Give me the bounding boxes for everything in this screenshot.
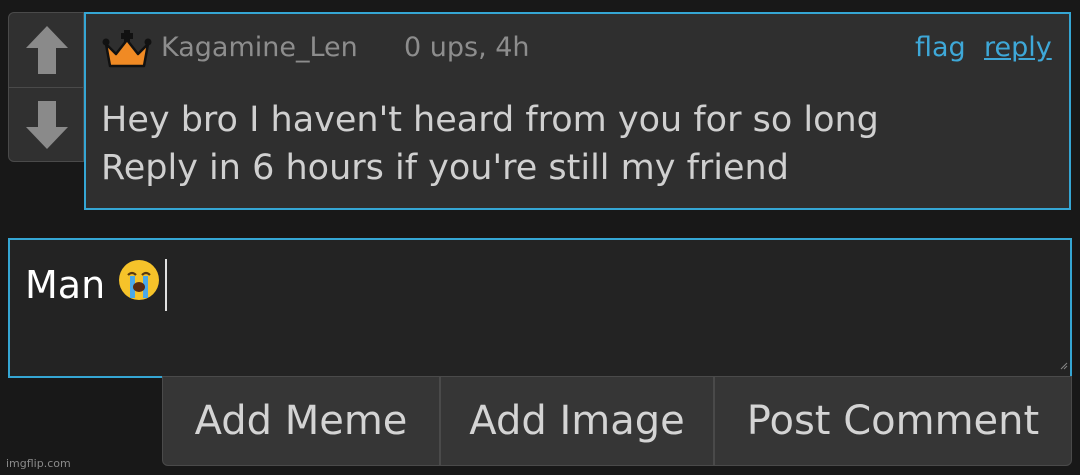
comment-line: Hey bro I haven't heard from you for so … (101, 100, 879, 140)
comment-meta: 0 ups, 4h (404, 32, 530, 63)
upvote-button[interactable] (9, 13, 85, 87)
crown-icon (102, 30, 152, 74)
post-comment-button[interactable]: Post Comment (713, 377, 1071, 465)
add-image-button[interactable]: Add Image (439, 377, 713, 465)
comment-username[interactable]: Kagamine_Len (161, 32, 358, 63)
arrow-down-icon (26, 101, 68, 149)
flag-link[interactable]: flag (915, 32, 966, 63)
add-meme-button[interactable]: Add Meme (163, 377, 439, 465)
comment-text: Hey bro I haven't heard from you for so … (101, 96, 1041, 192)
comment-actions: Add Meme Add Image Post Comment (162, 376, 1072, 466)
comment-input[interactable]: Man (8, 238, 1072, 378)
text-caret (165, 258, 168, 311)
comment-input-value: Man (25, 258, 168, 311)
crying-face-icon (117, 258, 161, 311)
vote-box (8, 12, 85, 162)
arrow-up-icon (26, 26, 68, 74)
watermark: imgflip.com (6, 457, 71, 470)
input-text: Man (25, 262, 106, 307)
resize-handle-icon[interactable] (1060, 355, 1068, 374)
reply-link[interactable]: reply (984, 32, 1052, 63)
comment-line: Reply in 6 hours if you're still my frie… (101, 148, 789, 188)
comment: Kagamine_Len 0 ups, 4h flag reply Hey br… (84, 12, 1071, 210)
downvote-button[interactable] (9, 88, 85, 162)
